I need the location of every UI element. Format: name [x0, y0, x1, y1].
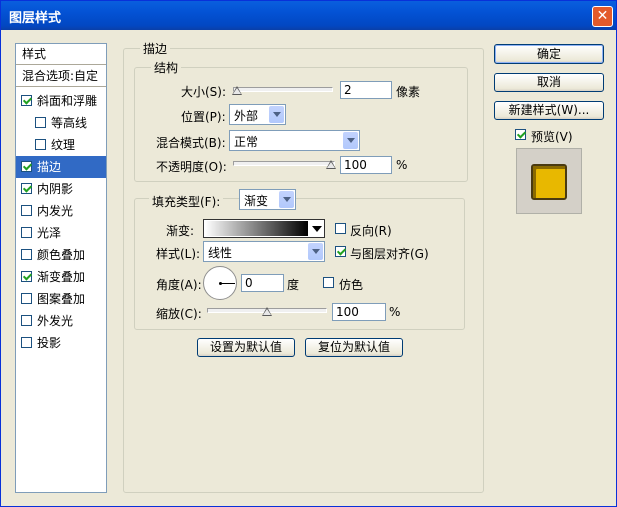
opacity-label: 不透明度(O): — [156, 160, 227, 174]
dither-checkbox[interactable] — [323, 277, 334, 288]
style-item[interactable]: 投影 — [16, 332, 106, 354]
style-label: 样式(L): — [156, 247, 201, 261]
style-item[interactable]: 外发光 — [16, 310, 106, 332]
opacity-input[interactable]: 100 — [340, 156, 392, 174]
style-item-checkbox[interactable] — [21, 315, 32, 326]
gradient-swatch[interactable] — [205, 221, 308, 236]
fill-type-label: 填充类型(F): — [149, 193, 224, 210]
scale-slider-thumb[interactable] — [262, 307, 272, 316]
position-value: 外部 — [234, 109, 259, 123]
styles-header[interactable]: 样式 — [16, 44, 106, 65]
preview-label[interactable]: 预览(V) — [531, 128, 573, 145]
gradient-label: 渐变: — [166, 224, 195, 238]
size-slider-track[interactable] — [233, 87, 333, 92]
style-item-checkbox[interactable] — [21, 95, 32, 106]
style-item[interactable]: 描边 — [16, 156, 106, 178]
style-item-label: 描边 — [37, 160, 62, 174]
position-label: 位置(P): — [181, 110, 226, 124]
blend-options-item[interactable]: 混合选项:自定 — [16, 66, 106, 87]
layer-style-dialog: 图层样式 ✕ 样式 混合选项:自定 斜面和浮雕 等高线 纹理 描边 内阴影 内发光 光泽 颜色… — [0, 0, 617, 507]
stroke-group-title: 描边 — [140, 40, 171, 57]
scale-input[interactable]: 100 — [332, 303, 386, 321]
style-select[interactable]: 线性 — [203, 241, 325, 262]
styles-list: 样式 混合选项:自定 斜面和浮雕等高线纹理描边内阴影内发光光泽颜色叠加渐变叠加图… — [15, 43, 107, 493]
style-item-checkbox[interactable] — [21, 337, 32, 348]
size-label: 大小(S): — [181, 85, 227, 99]
style-item[interactable]: 渐变叠加 — [16, 266, 106, 288]
position-select[interactable]: 外部 — [229, 104, 286, 125]
opacity-slider-thumb[interactable] — [326, 160, 336, 169]
style-item-checkbox[interactable] — [21, 293, 32, 304]
size-unit: 像素 — [396, 85, 421, 99]
style-item-checkbox[interactable] — [35, 139, 46, 150]
structure-title: 结构 — [151, 59, 182, 76]
chevron-down-icon[interactable] — [269, 106, 284, 123]
fill-type-value: 渐变 — [244, 194, 269, 208]
style-item[interactable]: 颜色叠加 — [16, 244, 106, 266]
style-item[interactable]: 斜面和浮雕 — [16, 90, 106, 112]
angle-dial-needle — [221, 283, 235, 284]
align-layer-checkbox[interactable] — [335, 246, 346, 257]
blend-mode-value: 正常 — [234, 135, 259, 149]
angle-dial[interactable] — [203, 266, 237, 300]
style-item-label: 内阴影 — [37, 182, 74, 196]
title-bar[interactable]: 图层样式 ✕ — [1, 1, 616, 30]
style-item-checkbox[interactable] — [21, 161, 32, 172]
style-item-label: 等高线 — [51, 116, 88, 130]
preview-checkbox[interactable] — [515, 129, 526, 140]
chevron-down-icon[interactable] — [279, 191, 294, 208]
style-item-label: 渐变叠加 — [37, 270, 86, 284]
style-item[interactable]: 等高线 — [16, 112, 106, 134]
style-item[interactable]: 图案叠加 — [16, 288, 106, 310]
dither-label[interactable]: 仿色 — [339, 276, 363, 293]
style-item-checkbox[interactable] — [21, 227, 32, 238]
style-item-checkbox[interactable] — [21, 205, 32, 216]
style-item[interactable]: 纹理 — [16, 134, 106, 156]
set-default-button[interactable]: 设置为默认值 — [197, 338, 295, 357]
chevron-down-icon[interactable] — [308, 243, 323, 260]
style-item-label: 投影 — [37, 336, 62, 350]
angle-label: 角度(A): — [156, 278, 202, 292]
blend-mode-label: 混合模式(B): — [156, 136, 226, 150]
chevron-down-icon[interactable] — [343, 132, 358, 149]
new-style-button[interactable]: 新建样式(W)... — [494, 101, 604, 120]
style-item-label: 斜面和浮雕 — [37, 94, 98, 108]
style-value: 线性 — [208, 246, 233, 260]
reverse-checkbox[interactable] — [335, 223, 346, 234]
scale-unit: % — [389, 305, 401, 319]
cancel-button[interactable]: 取消 — [494, 73, 604, 92]
style-item-label: 图案叠加 — [37, 292, 86, 306]
dialog-title: 图层样式 — [9, 11, 62, 26]
style-item-label: 纹理 — [51, 138, 76, 152]
angle-unit: 度 — [287, 278, 300, 292]
reset-default-button[interactable]: 复位为默认值 — [305, 338, 403, 357]
style-item[interactable]: 光泽 — [16, 222, 106, 244]
style-item-label: 光泽 — [37, 226, 62, 240]
style-item[interactable]: 内阴影 — [16, 178, 106, 200]
size-slider-thumb[interactable] — [231, 86, 242, 95]
size-input[interactable]: 2 — [340, 81, 392, 99]
style-item-checkbox[interactable] — [35, 117, 46, 128]
preview-thumbnail — [516, 148, 582, 214]
angle-input[interactable]: 0 — [241, 274, 284, 292]
close-button[interactable]: ✕ — [592, 6, 613, 27]
style-item-checkbox[interactable] — [21, 183, 32, 194]
reverse-label[interactable]: 反向(R) — [350, 222, 392, 239]
style-item-checkbox[interactable] — [21, 271, 32, 282]
scale-label: 缩放(C): — [156, 307, 202, 321]
ok-button[interactable]: 确定 — [494, 44, 604, 64]
opacity-slider-track[interactable] — [233, 161, 335, 166]
fill-type-select[interactable]: 渐变 — [239, 189, 296, 210]
style-item-label: 外发光 — [37, 314, 74, 328]
preview-square — [531, 164, 567, 200]
style-item-label: 内发光 — [37, 204, 74, 218]
align-layer-label[interactable]: 与图层对齐(G) — [350, 245, 429, 262]
style-item-checkbox[interactable] — [21, 249, 32, 260]
blend-mode-select[interactable]: 正常 — [229, 130, 360, 151]
style-item-label: 颜色叠加 — [37, 248, 86, 262]
gradient-dropdown-icon[interactable] — [312, 226, 322, 232]
gradient-picker[interactable] — [203, 219, 325, 238]
style-item[interactable]: 内发光 — [16, 200, 106, 222]
opacity-unit: % — [396, 158, 408, 172]
